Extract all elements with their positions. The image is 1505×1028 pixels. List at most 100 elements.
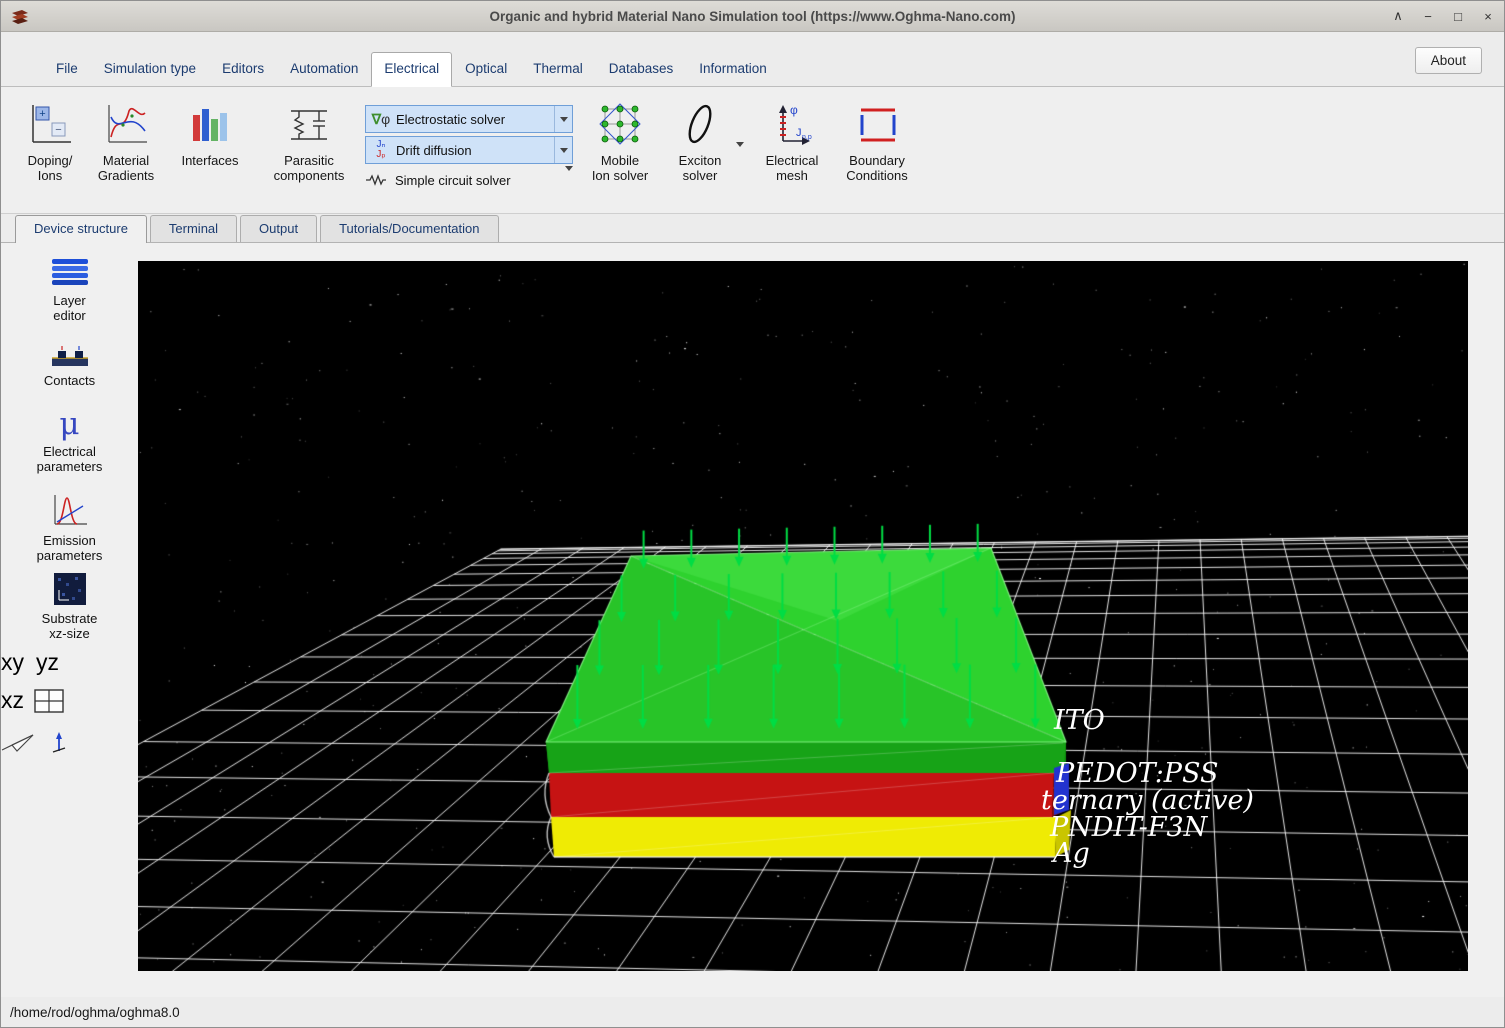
drift-diffusion-label: Drift diffusion (396, 142, 472, 158)
electrical-mesh-button[interactable]: φ J n,p Electrical mesh (757, 97, 827, 184)
chevron-down-icon (736, 141, 744, 147)
electrostatic-solver-dropdown[interactable] (554, 106, 572, 132)
circuit-solver-dropdown[interactable] (565, 166, 573, 189)
emission-parameters-label: Emission parameters (36, 533, 103, 564)
boundary-conditions-button[interactable]: Boundary Conditions (837, 97, 917, 184)
substrate-xz-size-label: Substrate xz-size (41, 611, 98, 642)
electrical-parameters-label: Electrical parameters (36, 444, 103, 475)
tab-output[interactable]: Output (240, 215, 318, 242)
svg-text:−: − (55, 124, 61, 136)
menu-electrical[interactable]: Electrical (371, 52, 453, 87)
menu-file[interactable]: File (43, 52, 91, 86)
material-gradients-label: Material Gradients (97, 153, 155, 184)
working-directory-path: /home/rod/oghma/oghma8.0 (10, 1004, 180, 1020)
tab-terminal[interactable]: Terminal (149, 215, 238, 242)
interfaces-icon (187, 97, 233, 151)
device-sidebar: Layer editor Contacts μ Electrical param… (1, 243, 138, 997)
menu-information[interactable]: Information (686, 52, 780, 86)
menu-databases[interactable]: Databases (596, 52, 687, 86)
main-menu-bar: File Simulation type Editors Automation … (1, 31, 1504, 87)
boundary-conditions-label: Boundary Conditions (846, 153, 908, 184)
window-controls: ∧ − □ × (1390, 1, 1496, 31)
menu-automation[interactable]: Automation (277, 52, 371, 86)
menu-editors[interactable]: Editors (209, 52, 277, 86)
layer-editor-label: Layer editor (53, 293, 86, 324)
menu-optical[interactable]: Optical (452, 52, 520, 86)
view-buttons-xy-yz: xy yz (1, 649, 138, 676)
electrical-parameters-button[interactable]: μ Electrical parameters (1, 409, 138, 475)
layer-editor-icon (50, 257, 90, 289)
boundary-conditions-icon (854, 97, 900, 151)
emission-parameters-button[interactable]: Emission parameters (1, 491, 138, 564)
chevron-down-icon (559, 116, 568, 122)
grid-view-button[interactable] (34, 688, 64, 713)
view-xy-button[interactable]: xy (1, 649, 24, 676)
tab-tutorials-documentation[interactable]: Tutorials/Documentation (320, 215, 499, 242)
mobile-ion-solver-button[interactable]: Mobile Ion solver (587, 97, 653, 184)
drift-diffusion-dropdown[interactable] (554, 137, 572, 163)
parasitic-components-icon (285, 97, 333, 151)
substrate-xz-size-icon (52, 571, 88, 607)
exciton-solver-dropdown[interactable] (733, 137, 747, 151)
menu-simulation-type[interactable]: Simulation type (91, 52, 209, 86)
shade-button[interactable]: ∧ (1390, 8, 1406, 24)
fly-view-button[interactable] (1, 733, 35, 753)
contacts-icon (49, 345, 91, 369)
electrical-ribbon: + − Doping/ Ions Material Gradients Inte… (1, 87, 1504, 214)
drift-diffusion-combo[interactable]: Jₙ Jₚ Drift diffusion (365, 136, 573, 164)
status-bar: /home/rod/oghma/oghma8.0 (1, 997, 1504, 1027)
solver-list: ∇φ Electrostatic solver Jₙ Jₚ Drift diff… (365, 105, 573, 193)
rotate-axis-button[interactable] (51, 731, 67, 755)
minimize-button[interactable]: − (1420, 9, 1436, 24)
chevron-down-icon (565, 166, 573, 188)
viewport-tools (1, 731, 138, 755)
window-title: Organic and hybrid Material Nano Simulat… (489, 8, 1016, 24)
layer-editor-button[interactable]: Layer editor (1, 257, 138, 324)
view-yz-button[interactable]: yz (36, 649, 59, 676)
app-window: Organic and hybrid Material Nano Simulat… (0, 0, 1505, 1028)
title-bar: Organic and hybrid Material Nano Simulat… (1, 1, 1504, 32)
simple-circuit-solver-label: Simple circuit solver (395, 172, 511, 188)
maximize-button[interactable]: □ (1450, 9, 1466, 24)
doping-ions-icon: + − (26, 97, 74, 151)
electrical-mesh-icon: φ J n,p (769, 97, 815, 151)
interfaces-button[interactable]: Interfaces (171, 97, 249, 168)
parasitic-components-button[interactable]: Parasitic components (265, 97, 353, 184)
svg-text:φ: φ (790, 103, 798, 117)
close-button[interactable]: × (1480, 9, 1496, 24)
electrostatic-solver-icon: ∇φ (371, 110, 391, 127)
emission-parameters-icon (49, 491, 91, 529)
tab-device-structure[interactable]: Device structure (15, 215, 147, 243)
svg-text:n,p: n,p (802, 134, 812, 141)
doping-ions-label: Doping/ Ions (27, 153, 73, 184)
parasitic-components-label: Parasitic components (273, 153, 345, 184)
exciton-solver-icon (677, 97, 723, 151)
menu-thermal[interactable]: Thermal (520, 52, 596, 86)
drift-diffusion-icon: Jₙ Jₚ (376, 139, 386, 160)
material-gradients-button[interactable]: Material Gradients (89, 97, 163, 184)
chevron-down-icon (559, 147, 568, 153)
substrate-xz-size-button[interactable]: Substrate xz-size (1, 571, 138, 642)
doping-ions-button[interactable]: + − Doping/ Ions (17, 97, 83, 184)
electrical-mesh-label: Electrical mesh (765, 153, 819, 184)
exciton-solver-label: Exciton solver (678, 153, 722, 184)
contacts-button[interactable]: Contacts (1, 345, 138, 388)
mu-icon: μ (59, 406, 80, 442)
svg-text:+: + (39, 108, 45, 120)
electrostatic-solver-label: Electrostatic solver (396, 111, 506, 127)
interfaces-label: Interfaces (181, 153, 239, 168)
simple-circuit-solver-icon (365, 173, 395, 187)
device-3d-canvas[interactable] (138, 261, 1468, 971)
about-button[interactable]: About (1414, 47, 1482, 74)
workspace-tabstrip: Device structure Terminal Output Tutoria… (1, 214, 1504, 243)
material-gradients-icon (102, 97, 150, 151)
view-xz-button[interactable]: xz (1, 687, 24, 714)
electrostatic-solver-combo[interactable]: ∇φ Electrostatic solver (365, 105, 573, 133)
mobile-ion-solver-label: Mobile Ion solver (591, 153, 649, 184)
svg-text:J: J (796, 127, 802, 139)
device-3d-view[interactable]: ITO PEDOT:PSS ternary (active) PNDIT-F3N Ag (138, 261, 1468, 971)
mobile-ion-solver-icon (597, 97, 643, 151)
simple-circuit-solver-item[interactable]: Simple circuit solver (365, 166, 573, 193)
exciton-solver-button[interactable]: Exciton solver (669, 97, 744, 184)
view-buttons-xz: xz (1, 687, 138, 714)
